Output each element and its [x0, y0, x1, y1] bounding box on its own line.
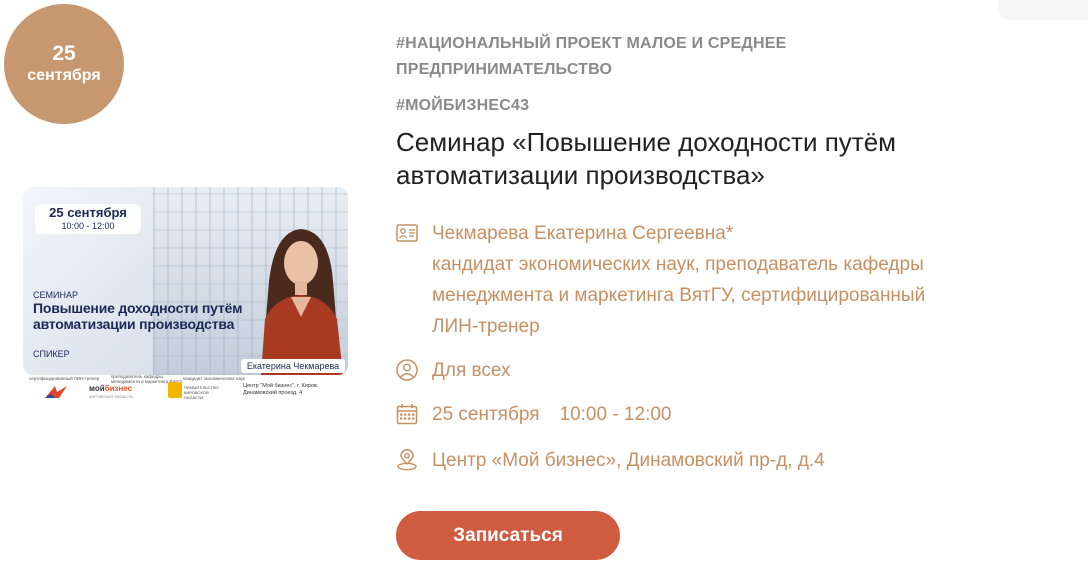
- card-corner: [998, 0, 1088, 20]
- speaker-photo: [261, 229, 343, 375]
- audience-text: Для всех: [432, 360, 511, 381]
- event-poster[interactable]: 25 сентября 10:00 - 12:00 СЕМИНАР Повыше…: [23, 187, 348, 375]
- speaker-info: Чекмарева Екатерина Сергеевна* кандидат …: [432, 218, 1072, 342]
- poster-speaker-label: СПИКЕР: [33, 349, 70, 359]
- speaker-description-line: менеджмента и маркетинга ВятГУ, сертифиц…: [432, 285, 926, 306]
- location-text: Центр «Мой бизнес», Динамовский пр-д, д.…: [432, 450, 825, 471]
- poster-caption: кандидат экономических наук: [183, 376, 246, 381]
- user-icon: [396, 359, 418, 381]
- poster-title: Повышение доходности путём автоматизации…: [33, 300, 243, 332]
- location-pin-icon: [397, 449, 417, 471]
- national-project-logo: [45, 386, 67, 398]
- speaker-name: Чекмарева Екатерина Сергеевна*: [432, 223, 734, 244]
- event-title: Семинар «Повышение доходности путём авто…: [396, 127, 897, 190]
- speaker-description-line: кандидат экономических наук, преподавате…: [432, 254, 924, 275]
- my-business-logo-sub: КИРОВСКАЯ ОБЛАСТЬ: [89, 394, 134, 399]
- poster-address: Центр "Мой бизнес", г. Киров, Динамовски…: [243, 383, 319, 396]
- event-date: 25 сентября: [432, 404, 540, 425]
- government-logo-text: ПРАВИТЕЛЬСТВО КИРОВСКОЙ ОБЛАСТИ: [184, 385, 219, 400]
- calendar-icon: [396, 404, 418, 425]
- poster-time: 10:00 - 12:00: [61, 221, 115, 231]
- speaker-description-line: ЛИН-тренер: [432, 316, 540, 337]
- id-card-icon: [396, 224, 418, 242]
- date-badge-day: 25: [52, 42, 76, 65]
- datetime-text: 25 сентября 10:00 - 12:00: [432, 399, 671, 430]
- date-badge-month: сентября: [27, 67, 101, 84]
- my-business-logo-text: мой: [89, 384, 105, 393]
- poster-date: 25 сентября: [49, 205, 127, 220]
- poster-type: СЕМИНАР: [33, 290, 78, 300]
- poster-date-box: 25 сентября 10:00 - 12:00: [35, 204, 141, 234]
- tag-national-project-cont[interactable]: ПРЕДПРИНИМАТЕЛЬСТВО: [396, 56, 612, 83]
- register-button[interactable]: Записаться: [396, 511, 620, 560]
- kirov-region-emblem: [168, 382, 182, 398]
- event-time: 10:00 - 12:00: [559, 404, 672, 425]
- poster-speaker-name: Екатерина Чекмарева: [241, 359, 345, 373]
- my-business-logo: мойбизнес: [89, 384, 132, 393]
- poster-caption: сертифицированный ЛИН-тренер: [29, 376, 100, 381]
- date-badge: 25 сентября: [4, 4, 124, 124]
- tag-mybusiness43[interactable]: #МОЙБИЗНЕС43: [396, 92, 529, 119]
- poster-footer: сертифицированный ЛИН-тренер преподавате…: [23, 374, 348, 404]
- my-business-logo-accent: бизнес: [104, 384, 133, 393]
- tag-national-project[interactable]: #НАЦИОНАЛЬНЫЙ ПРОЕКТ МАЛОЕ И СРЕДНЕЕ: [396, 30, 787, 57]
